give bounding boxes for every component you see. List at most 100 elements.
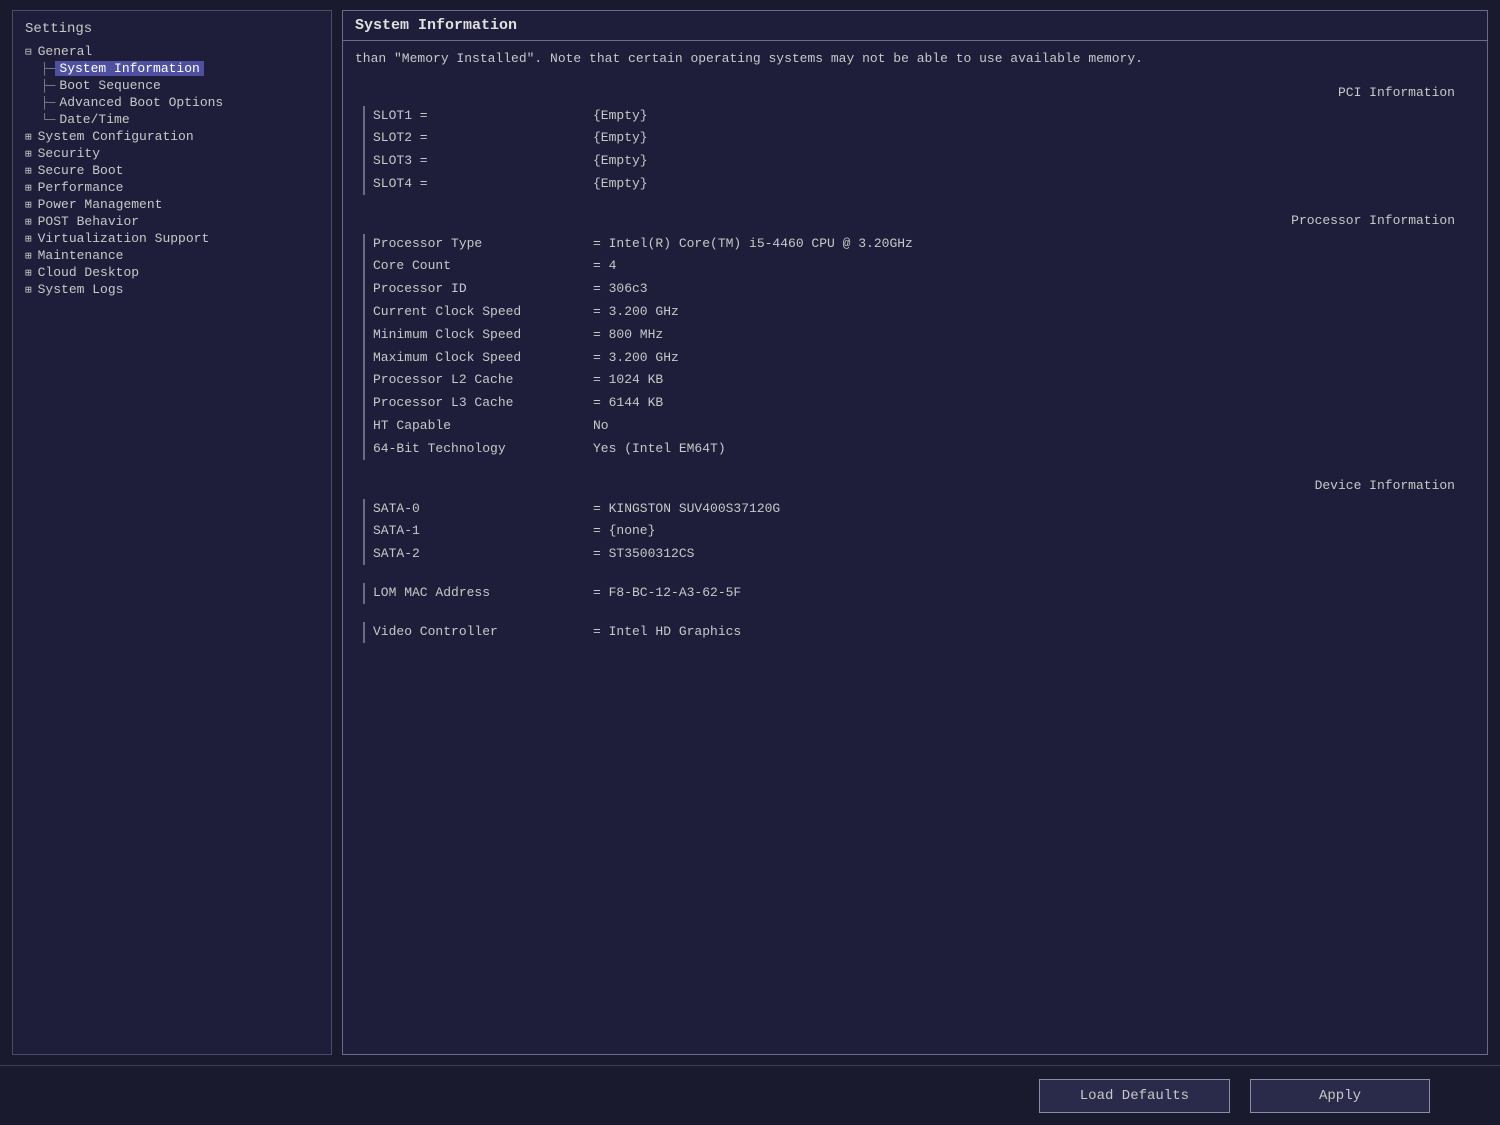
sidebar-item-label: System Information — [55, 61, 203, 76]
info-value: No — [593, 416, 609, 437]
network-table: LOM MAC Address= F8-BC-12-A3-62-5F — [363, 583, 1475, 604]
sidebar-item-boot-sequence[interactable]: ├─Boot Sequence — [17, 77, 327, 94]
expand-icon: ⊞ — [25, 249, 32, 263]
info-value: {Empty} — [593, 128, 648, 149]
info-label: Maximum Clock Speed — [373, 348, 593, 369]
sidebar-item-label: Cloud Desktop — [34, 265, 143, 280]
sidebar-item-post-behavior[interactable]: ⊞POST Behavior — [17, 213, 327, 230]
sidebar-item-date-time[interactable]: └─Date/Time — [17, 111, 327, 128]
sidebar-item-virtualization-support[interactable]: ⊞Virtualization Support — [17, 230, 327, 247]
info-label: 64-Bit Technology — [373, 439, 593, 460]
info-value: Yes (Intel EM64T) — [593, 439, 726, 460]
apply-button[interactable]: Apply — [1250, 1079, 1430, 1113]
table-row: Video Controller= Intel HD Graphics — [373, 622, 1475, 643]
pci-table: SLOT1 ={Empty}SLOT2 ={Empty}SLOT3 ={Empt… — [363, 106, 1475, 195]
content-area: System Information than "Memory Installe… — [342, 10, 1488, 1055]
tree-connector: ├─ — [41, 96, 55, 110]
info-label: SLOT2 = — [373, 128, 593, 149]
info-value: = Intel HD Graphics — [593, 622, 741, 643]
info-value: = 4 — [593, 256, 616, 277]
sidebar-item-secure-boot[interactable]: ⊞Secure Boot — [17, 162, 327, 179]
sidebar-item-general[interactable]: ⊟General — [17, 43, 327, 60]
info-label: Current Clock Speed — [373, 302, 593, 323]
sidebar-item-system-information[interactable]: ├─System Information — [17, 60, 327, 77]
info-value: = ST3500312CS — [593, 544, 694, 565]
table-row: Processor L3 Cache= 6144 KB — [373, 393, 1475, 414]
expand-icon: ⊟ — [25, 45, 32, 59]
info-label: Processor Type — [373, 234, 593, 255]
info-value: = 6144 KB — [593, 393, 663, 414]
expand-icon: ⊞ — [25, 215, 32, 229]
device-section: Device Information SATA-0= KINGSTON SUV4… — [355, 478, 1475, 565]
device-table: SATA-0= KINGSTON SUV400S37120GSATA-1= {n… — [363, 499, 1475, 565]
sidebar-item-label: Performance — [34, 180, 128, 195]
sidebar-item-label: Virtualization Support — [34, 231, 214, 246]
pci-section: PCI Information SLOT1 ={Empty}SLOT2 ={Em… — [355, 85, 1475, 195]
sidebar-item-label: POST Behavior — [34, 214, 143, 229]
info-value: = 1024 KB — [593, 370, 663, 391]
table-row: Processor Type= Intel(R) Core(TM) i5-446… — [373, 234, 1475, 255]
info-label: Minimum Clock Speed — [373, 325, 593, 346]
expand-icon: ⊞ — [25, 181, 32, 195]
expand-icon: ⊞ — [25, 130, 32, 144]
sidebar-item-label: Maintenance — [34, 248, 128, 263]
info-label: HT Capable — [373, 416, 593, 437]
table-row: SLOT3 ={Empty} — [373, 151, 1475, 172]
table-row: SLOT4 ={Empty} — [373, 174, 1475, 195]
video-table: Video Controller= Intel HD Graphics — [363, 622, 1475, 643]
info-value: = Intel(R) Core(TM) i5-4460 CPU @ 3.20GH… — [593, 234, 913, 255]
info-label: Video Controller — [373, 622, 593, 643]
processor-section-title: Processor Information — [355, 213, 1475, 228]
table-row: SATA-0= KINGSTON SUV400S37120G — [373, 499, 1475, 520]
info-value: = KINGSTON SUV400S37120G — [593, 499, 780, 520]
load-defaults-button[interactable]: Load Defaults — [1039, 1079, 1230, 1113]
info-value: = 3.200 GHz — [593, 348, 679, 369]
content-header: System Information — [343, 11, 1487, 41]
table-row: Processor L2 Cache= 1024 KB — [373, 370, 1475, 391]
info-label: Processor L2 Cache — [373, 370, 593, 391]
table-row: Core Count= 4 — [373, 256, 1475, 277]
info-value: {Empty} — [593, 151, 648, 172]
expand-icon: ⊞ — [25, 283, 32, 297]
sidebar-item-security[interactable]: ⊞Security — [17, 145, 327, 162]
info-label: Core Count — [373, 256, 593, 277]
pci-section-title: PCI Information — [355, 85, 1475, 100]
sidebar-item-system-logs[interactable]: ⊞System Logs — [17, 281, 327, 298]
tree-connector: ├─ — [41, 62, 55, 76]
table-row: Maximum Clock Speed= 3.200 GHz — [373, 348, 1475, 369]
info-label: Processor L3 Cache — [373, 393, 593, 414]
info-value: = 3.200 GHz — [593, 302, 679, 323]
table-row: Minimum Clock Speed= 800 MHz — [373, 325, 1475, 346]
sidebar-item-label: Power Management — [34, 197, 167, 212]
tree-connector: └─ — [41, 113, 55, 127]
processor-section: Processor Information Processor Type= In… — [355, 213, 1475, 460]
info-label: SLOT4 = — [373, 174, 593, 195]
info-label: SATA-1 — [373, 521, 593, 542]
network-section: LOM MAC Address= F8-BC-12-A3-62-5F — [355, 583, 1475, 604]
note-text: than "Memory Installed". Note that certa… — [355, 49, 1475, 69]
expand-icon: ⊞ — [25, 232, 32, 246]
sidebar-item-label: System Logs — [34, 282, 128, 297]
info-value: = F8-BC-12-A3-62-5F — [593, 583, 741, 604]
sidebar-item-performance[interactable]: ⊞Performance — [17, 179, 327, 196]
sidebar-item-maintenance[interactable]: ⊞Maintenance — [17, 247, 327, 264]
table-row: SLOT1 ={Empty} — [373, 106, 1475, 127]
content-body: than "Memory Installed". Note that certa… — [343, 41, 1487, 1054]
sidebar-item-label: General — [34, 44, 97, 59]
sidebar-item-system-configuration[interactable]: ⊞System Configuration — [17, 128, 327, 145]
info-label: SLOT1 = — [373, 106, 593, 127]
sidebar-item-advanced-boot-options[interactable]: ├─Advanced Boot Options — [17, 94, 327, 111]
table-row: SLOT2 ={Empty} — [373, 128, 1475, 149]
sidebar-item-label: Security — [34, 146, 104, 161]
info-value: = 800 MHz — [593, 325, 663, 346]
device-section-title: Device Information — [355, 478, 1475, 493]
sidebar-item-label: Boot Sequence — [55, 78, 164, 93]
sidebar-item-cloud-desktop[interactable]: ⊞Cloud Desktop — [17, 264, 327, 281]
sidebar-item-power-management[interactable]: ⊞Power Management — [17, 196, 327, 213]
info-label: Processor ID — [373, 279, 593, 300]
expand-icon: ⊞ — [25, 147, 32, 161]
table-row: Processor ID= 306c3 — [373, 279, 1475, 300]
video-section: Video Controller= Intel HD Graphics — [355, 622, 1475, 643]
tree-connector: ├─ — [41, 79, 55, 93]
page-title: System Information — [355, 17, 517, 34]
